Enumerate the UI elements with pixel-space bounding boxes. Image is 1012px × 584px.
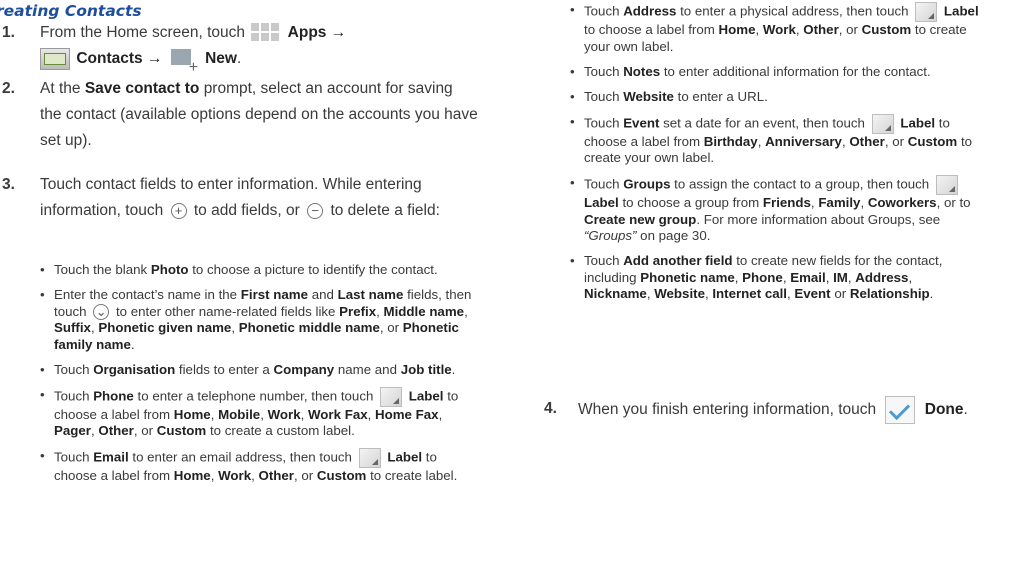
step-text: From the Home screen, touch Apps → Conta… bbox=[40, 20, 478, 81]
list-item: Touch the blank Photo to choose a pictur… bbox=[40, 262, 480, 279]
list-item: Touch Website to enter a URL. bbox=[570, 89, 980, 106]
list-item: Touch Organisation fields to enter a Com… bbox=[40, 362, 480, 379]
delete-field-icon: − bbox=[307, 202, 324, 219]
list-item: Touch Address to enter a physical addres… bbox=[570, 2, 980, 55]
step-number: 3. bbox=[2, 176, 15, 193]
new-contact-icon bbox=[169, 47, 199, 81]
field-bullet-list: Touch Address to enter a physical addres… bbox=[570, 2, 980, 311]
list-item: Enter the contact’s name in the First na… bbox=[40, 287, 480, 353]
step-number: 1. bbox=[2, 24, 15, 41]
list-item: Touch Groups to assign the contact to a … bbox=[570, 175, 980, 245]
list-item: Touch Add another field to create new fi… bbox=[570, 253, 980, 303]
cross-reference-link[interactable]: “Groups” bbox=[584, 228, 636, 243]
expand-icon: ⌄ bbox=[93, 303, 110, 320]
step-text: When you finish entering information, to… bbox=[578, 396, 998, 424]
contacts-app-icon bbox=[40, 47, 70, 70]
step-number: 4. bbox=[544, 400, 557, 417]
add-field-icon: + bbox=[170, 202, 187, 219]
label-dropdown-icon bbox=[380, 386, 403, 407]
step-text: At the Save contact to prompt, select an… bbox=[40, 80, 478, 149]
apps-grid-icon bbox=[251, 22, 281, 43]
list-item: Touch Event set a date for an event, the… bbox=[570, 113, 980, 167]
done-checkmark-icon bbox=[885, 396, 916, 424]
list-item: Touch Phone to enter a telephone number,… bbox=[40, 386, 480, 440]
label-dropdown-icon bbox=[935, 175, 958, 195]
label-dropdown-icon bbox=[871, 113, 894, 134]
field-bullet-list: Touch the blank Photo to choose a pictur… bbox=[40, 262, 480, 493]
section-heading: reating Contacts bbox=[0, 2, 142, 20]
list-item: Touch Notes to enter additional informat… bbox=[570, 64, 980, 81]
list-item: Touch Email to enter an email address, t… bbox=[40, 448, 480, 485]
label-dropdown-icon bbox=[915, 2, 938, 22]
label-dropdown-icon bbox=[358, 448, 381, 468]
step-number: 2. bbox=[2, 80, 15, 97]
step-text: Touch contact fields to enter informatio… bbox=[40, 176, 440, 219]
